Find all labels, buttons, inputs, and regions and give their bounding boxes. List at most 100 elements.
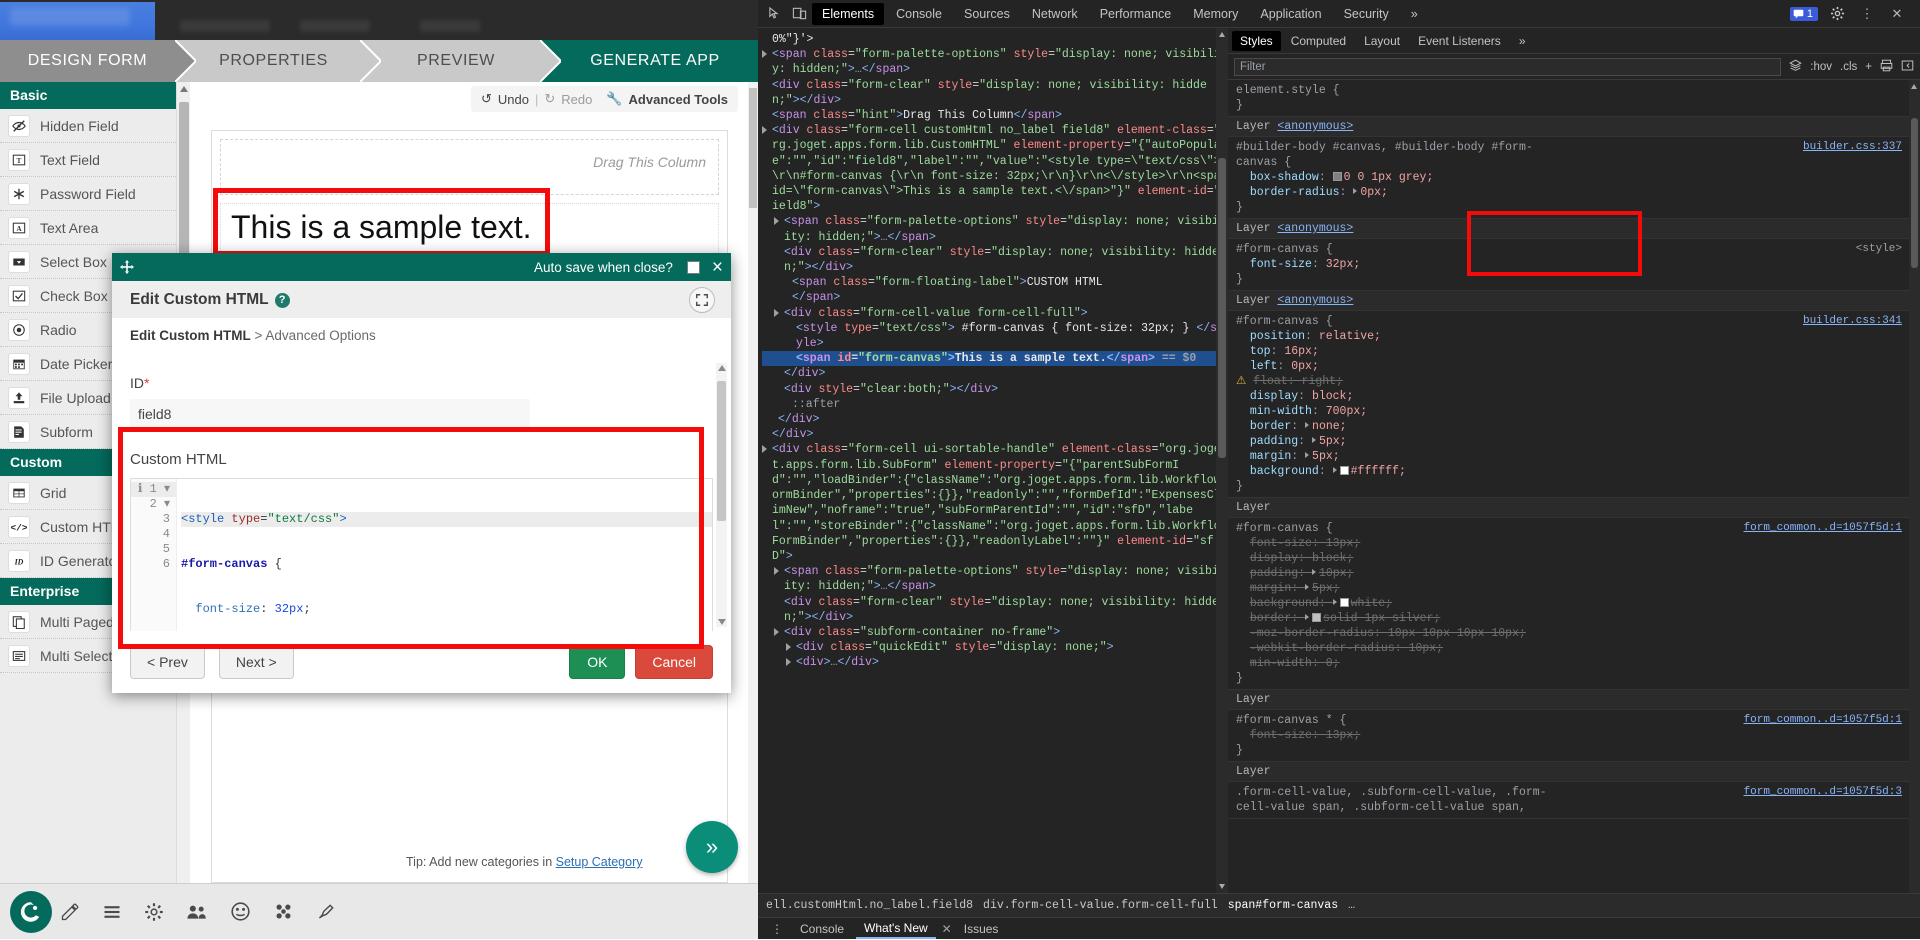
color-swatch[interactable] (1339, 466, 1349, 475)
style-rule-builder-canvas[interactable]: builder.css:337 #builder-body #canvas, #… (1228, 137, 1910, 219)
decl-value[interactable]: right; (1302, 375, 1343, 388)
rule-declaration[interactable]: box-shadow: 0 0 1px grey; (1236, 170, 1902, 185)
undo-button[interactable]: Undo (498, 92, 529, 107)
scrollbar-thumb[interactable] (1218, 158, 1226, 458)
scroll-up-arrow-icon[interactable] (1911, 84, 1917, 89)
expand-triangle-icon[interactable] (774, 308, 779, 317)
breadcrumb-node-2[interactable]: span#form-canvas (1228, 899, 1338, 912)
dom-line-selected[interactable]: <span id="form-canvas">This is a sample … (762, 351, 1228, 367)
hover-state-button[interactable]: :hov (1810, 61, 1832, 73)
list-icon[interactable] (102, 902, 122, 922)
device-toolbar-icon[interactable] (788, 3, 810, 25)
scroll-up-arrow-icon[interactable] (180, 86, 188, 92)
setup-category-link[interactable]: Setup Category (556, 855, 643, 869)
decl-value[interactable]: 13px; (1326, 729, 1361, 742)
custom-html-cell[interactable]: This is a sample text. (220, 203, 719, 258)
rule-declaration[interactable]: -webkit-border-radius: 10px; (1236, 641, 1902, 656)
expand-triangle-icon[interactable] (1305, 584, 1310, 590)
rule-declaration[interactable]: left: 0px; (1236, 359, 1902, 374)
style-rule-element-style[interactable]: element.style { } (1228, 80, 1910, 117)
wizard-step-properties[interactable]: PROPERTIES (175, 40, 381, 82)
autosave-checkbox[interactable] (686, 260, 700, 274)
scrollbar-thumb[interactable] (1911, 118, 1918, 268)
styles-filter-input[interactable]: Filter (1234, 57, 1782, 76)
expand-triangle-icon[interactable] (1332, 467, 1337, 473)
styles-tab-event-listeners[interactable]: Event Listeners (1410, 31, 1509, 51)
dom-line[interactable]: <span class="form-palette-options" style… (762, 47, 1228, 77)
inspect-icon[interactable] (764, 3, 786, 25)
dom-line[interactable]: </span> (762, 290, 1228, 305)
canvas-scrollbar[interactable] (748, 82, 758, 883)
scroll-down-arrow-icon[interactable] (718, 619, 726, 625)
decl-value[interactable]: 32px; (1326, 258, 1361, 271)
dom-line[interactable]: <div class="quickEdit" style="display: n… (762, 640, 1228, 655)
close-icon[interactable]: ✕ (1886, 3, 1908, 25)
breadcrumb-current[interactable]: Edit Custom HTML (130, 328, 251, 343)
devtools-tab-security[interactable]: Security (1334, 3, 1399, 25)
expand-triangle-icon[interactable] (774, 567, 779, 576)
decl-value[interactable]: block; (1312, 390, 1353, 403)
more-vertical-icon[interactable]: ⋮ (1856, 3, 1878, 25)
settings-icon[interactable] (144, 902, 164, 922)
dom-line[interactable]: <span class="form-palette-options" style… (762, 214, 1228, 244)
scrollbar-thumb[interactable] (179, 102, 189, 272)
style-rule-form-canvas-descendants[interactable]: form_common..d=1057f5d:1 #form-canvas * … (1228, 710, 1910, 762)
color-swatch[interactable] (1332, 172, 1342, 181)
decl-value[interactable]: 10px 10px 10px 10px; (1388, 627, 1526, 640)
expand-triangle-icon[interactable] (1305, 452, 1310, 458)
styles-scrollbar[interactable] (1909, 80, 1920, 893)
layers-icon[interactable] (1789, 59, 1803, 75)
toggle-sidebar-icon[interactable] (1901, 59, 1914, 75)
rule-declaration-invalid[interactable]: ⚠ float: right; (1236, 374, 1902, 389)
color-swatch[interactable] (1339, 598, 1349, 607)
dom-line[interactable]: <div class="form-clear" style="display: … (762, 245, 1228, 275)
decl-value[interactable]: 0 0 1px grey; (1344, 171, 1434, 184)
ok-button[interactable]: OK (569, 645, 626, 679)
dom-line[interactable]: </div> (762, 427, 1228, 442)
color-swatch[interactable] (1312, 613, 1322, 622)
expand-triangle-icon[interactable] (1311, 437, 1316, 443)
rule-declaration[interactable]: top: 16px; (1236, 344, 1902, 359)
devtools-tab-performance[interactable]: Performance (1090, 3, 1182, 25)
expand-triangle-icon[interactable] (762, 50, 767, 59)
theme-icon[interactable] (230, 901, 251, 922)
dom-tree-scrollbar[interactable] (1216, 28, 1228, 893)
rule-declaration[interactable]: border-radius: 0px; (1236, 185, 1902, 200)
scroll-down-arrow-icon[interactable] (1219, 884, 1225, 889)
devtools-tab-sources[interactable]: Sources (954, 3, 1020, 25)
wizard-step-generate-app[interactable]: GENERATE APP (540, 40, 758, 82)
dom-tree-pane[interactable]: 0%"}'> <span class="form-palette-options… (758, 28, 1228, 893)
rule-declaration[interactable]: border: solid 1px silver; (1236, 611, 1902, 626)
styles-rules-list[interactable]: element.style { } Layer <anonymous> buil… (1228, 80, 1910, 893)
scrollbar-thumb[interactable] (749, 88, 757, 208)
redo-button[interactable]: Redo (561, 92, 592, 107)
dom-line[interactable]: <style type="text/css"> #form-canvas { f… (762, 321, 1228, 351)
decl-value[interactable]: white; (1351, 597, 1392, 610)
scrollbar-thumb[interactable] (717, 381, 726, 521)
wizard-step-design-form[interactable]: DESIGN FORM (0, 40, 196, 82)
wizard-step-preview[interactable]: PREVIEW (360, 40, 561, 82)
devtools-tab-elements[interactable]: Elements (812, 2, 885, 25)
dom-line[interactable]: <span class="form-floating-label">CUSTOM… (762, 275, 1228, 290)
rule-declaration[interactable]: padding: 5px; (1236, 434, 1902, 449)
rule-declaration[interactable]: position: relative; (1236, 329, 1902, 344)
decl-value[interactable]: 5px; (1319, 435, 1347, 448)
expand-triangle-icon[interactable] (762, 445, 767, 454)
decl-value[interactable]: solid 1px silver; (1323, 612, 1440, 625)
decl-value[interactable]: 5px; (1312, 450, 1340, 463)
palette-item-password-field[interactable]: Password Field (0, 177, 176, 211)
dom-line[interactable]: <div class="form-cell customHtml no_labe… (762, 123, 1228, 214)
layer-link[interactable]: <anonymous> (1277, 222, 1353, 235)
classes-button[interactable]: .cls (1840, 61, 1857, 73)
dialog-titlebar[interactable]: Auto save when close? × (112, 253, 731, 281)
breadcrumb-node-0[interactable]: ell.customHtml.no_label.field8 (766, 899, 973, 912)
rule-declaration[interactable]: margin: 5px; (1236, 449, 1902, 464)
rule-declaration[interactable]: margin: 5px; (1236, 581, 1902, 596)
rule-source-link[interactable]: form_common..d=1057f5d:3 (1744, 785, 1902, 800)
style-rule-form-cell-value[interactable]: form_common..d=1057f5d:3 .form-cell-valu… (1228, 782, 1910, 819)
rule-declaration[interactable]: display: block; (1236, 389, 1902, 404)
redo-icon[interactable]: ↻ (544, 91, 555, 107)
breadcrumb-overflow[interactable]: … (1348, 899, 1355, 912)
id-input[interactable] (130, 399, 530, 429)
rule-declaration[interactable]: font-size: 13px; (1236, 536, 1902, 551)
